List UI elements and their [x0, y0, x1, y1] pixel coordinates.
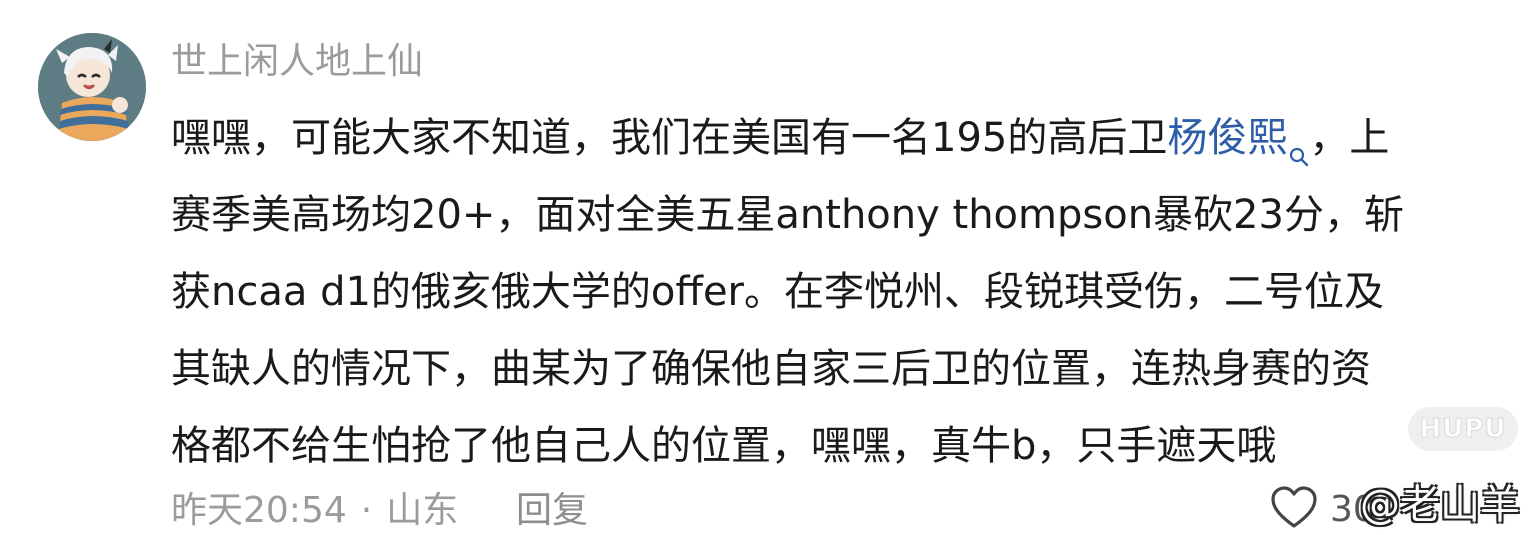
content-line-3: 获ncaa d1的俄亥俄大学的offer。在李悦州、段锐琪受伤，二号位及 — [171, 269, 1385, 315]
mention-link[interactable]: 杨俊熙 — [1167, 115, 1309, 167]
content-line-5: 格都不给生怕抢了他自己人的位置，嘿嘿，真牛b，只手遮天哦 — [171, 423, 1277, 469]
comment-content: 嘿嘿，可能大家不知道，我们在美国有一名195的高后卫杨俊熙 ，上 赛季美高场均20… — [171, 100, 1535, 485]
comment-item: 世上闲人地上仙 嘿嘿，可能大家不知道，我们在美国有一名195的高后卫杨俊熙 ，上 … — [0, 0, 1535, 535]
comment-meta: 昨天20:54 · 山东 回复 — [171, 488, 588, 534]
comment-location: 山东 — [386, 490, 459, 531]
user-avatar[interactable] — [38, 33, 146, 141]
username[interactable]: 世上闲人地上仙 — [171, 38, 423, 86]
content-line-4: 其缺人的情况下，曲某为了确保他自家三后卫的位置，连热身赛的资 — [171, 346, 1371, 392]
heart-icon[interactable] — [1270, 486, 1318, 534]
brand-watermark: HUPU — [1408, 407, 1518, 451]
reply-button[interactable]: 回复 — [516, 488, 588, 534]
content-line-1-tail: ，上 — [1309, 115, 1390, 161]
author-watermark: @老山羊 — [1360, 482, 1520, 528]
content-line-1: 嘿嘿，可能大家不知道，我们在美国有一名195的高后卫杨俊熙 ，上 — [171, 100, 1535, 177]
avatar-illustration-icon — [38, 33, 146, 141]
content-line-2: 赛季美高场均20+，面对全美五星anthony thompson暴砍23分，斩 — [171, 192, 1404, 238]
mention-text[interactable]: 杨俊熙 — [1167, 115, 1287, 161]
meta-separator: · — [360, 490, 373, 531]
comment-time: 昨天20:54 — [171, 490, 347, 531]
content-line-1-text: 嘿嘿，可能大家不知道，我们在美国有一名195的高后卫 — [171, 115, 1168, 161]
